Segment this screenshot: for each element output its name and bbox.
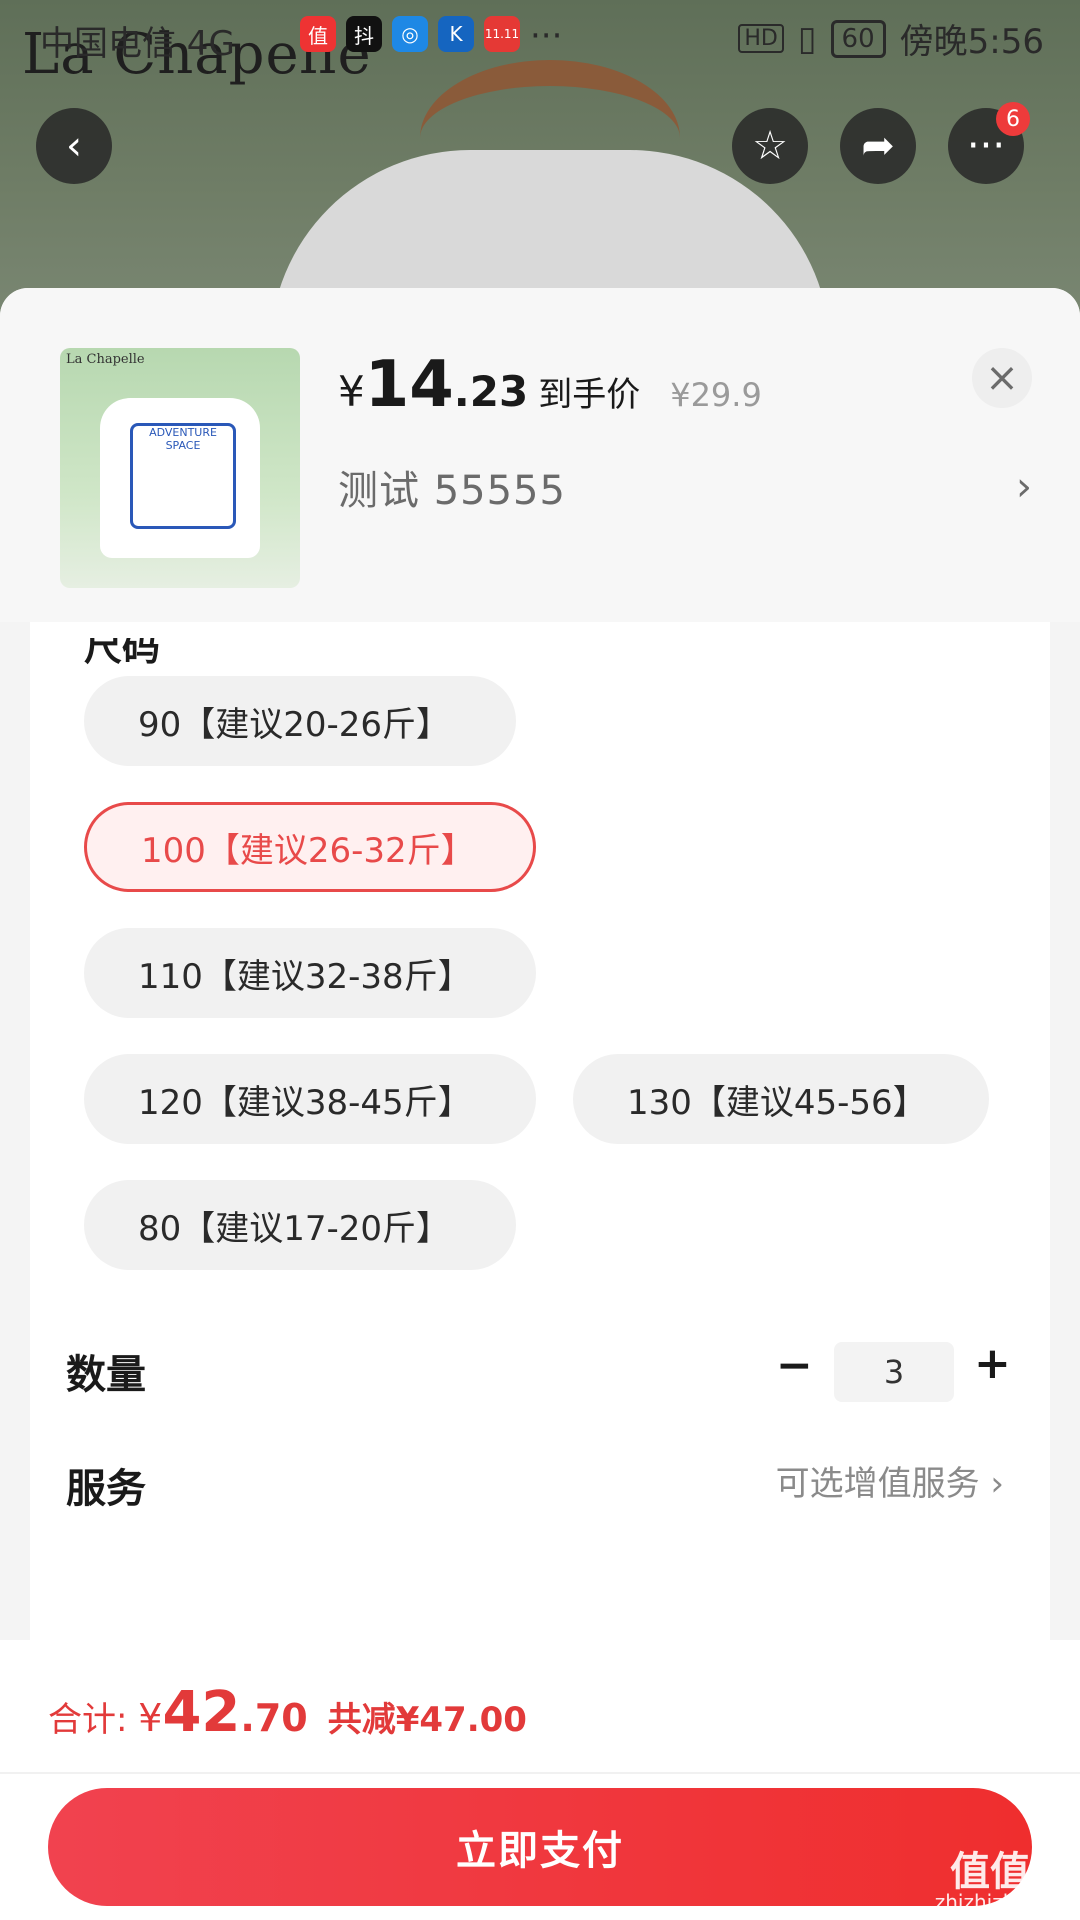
- watermark-url: zhizhizhi.com: [934, 1890, 1070, 1914]
- chevron-left-icon: ‹: [66, 123, 82, 169]
- price-row: ¥14.23 到手价 ¥29.9: [338, 348, 762, 422]
- size-option-120[interactable]: 120【建议38-45斤】: [84, 1054, 536, 1144]
- size-option-110[interactable]: 110【建议32-38斤】: [84, 928, 536, 1018]
- size-option-80[interactable]: 80【建议17-20斤】: [84, 1180, 516, 1270]
- back-button[interactable]: ‹: [36, 108, 112, 184]
- total-decimal: .70: [240, 1696, 308, 1740]
- hd-icon: HD: [738, 24, 784, 53]
- quantity-input[interactable]: 3: [834, 1342, 954, 1402]
- more-notifications-icon: ···: [530, 16, 563, 56]
- pay-now-label: 立即支付: [456, 1828, 624, 1874]
- close-button[interactable]: ×: [972, 348, 1032, 408]
- product-thumbnail[interactable]: La Chapelle ADVENTURE SPACE: [60, 348, 300, 588]
- size-section-title: 尺码: [84, 625, 161, 669]
- total-label: 合计:: [48, 1700, 139, 1740]
- price-decimal: .23: [453, 367, 529, 416]
- total-integer: 42: [162, 1680, 241, 1745]
- status-bar: 中国电信 4G 值 抖 ◎ K 11.11 ··· HD ▯ 60 傍晚5:56: [0, 0, 1080, 72]
- thumbnail-print: ADVENTURE SPACE: [130, 423, 236, 529]
- size-option-90[interactable]: 90【建议20-26斤】: [84, 676, 516, 766]
- notification-app-icons: 值 抖 ◎ K 11.11 ···: [300, 16, 562, 56]
- zhide-app-icon: 值: [300, 16, 336, 52]
- share-icon: ➦: [861, 123, 895, 169]
- notification-badge: 6: [996, 102, 1030, 136]
- pay-now-button[interactable]: 立即支付: [48, 1788, 1032, 1906]
- status-right: HD ▯ 60 傍晚5:56: [738, 14, 1044, 63]
- total-row: 合计: ¥42.70 共减¥47.00: [48, 1680, 527, 1745]
- selected-spec-text: 测试 55555: [338, 468, 566, 514]
- thumbnail-brand: La Chapelle: [66, 352, 145, 367]
- service-label: 服务: [66, 1466, 146, 1512]
- discount-text: 共减¥47.00: [327, 1700, 527, 1740]
- browser-app-icon: ◎: [392, 16, 428, 52]
- service-options-link[interactable]: 可选增值服务 ›: [776, 1456, 1004, 1505]
- quantity-label: 数量: [66, 1352, 146, 1398]
- douyin-app-icon: 抖: [346, 16, 382, 52]
- original-price: ¥29.9: [670, 376, 762, 414]
- price-tag: 到手价: [538, 375, 641, 415]
- divider: [0, 1772, 1080, 1774]
- chevron-right-icon[interactable]: ›: [1016, 464, 1032, 510]
- battery-icon: 60: [830, 19, 886, 58]
- vibrate-icon: ▯: [797, 18, 817, 59]
- quantity-increase-button[interactable]: +: [974, 1338, 1011, 1389]
- close-icon: ×: [985, 355, 1019, 401]
- checkout-bar: 合计: ¥42.70 共减¥47.00 立即支付 值值值 zhizhizhi.co…: [0, 1640, 1080, 1920]
- sheet-header: La Chapelle ADVENTURE SPACE ¥14.23 到手价 ¥29…: [0, 288, 1080, 622]
- size-option-100[interactable]: 100【建议26-32斤】: [84, 802, 536, 892]
- clock-text: 傍晚5:56: [899, 22, 1044, 62]
- tmall-app-icon: 11.11: [484, 16, 520, 52]
- price-integer: 14: [364, 348, 454, 422]
- k-app-icon: K: [438, 16, 474, 52]
- price-symbol: ¥: [338, 367, 365, 416]
- size-option-130[interactable]: 130【建议45-56】: [573, 1054, 989, 1144]
- watermark-text: 值值值: [950, 1849, 1070, 1895]
- more-button[interactable]: ··· 6: [948, 102, 1030, 184]
- total-symbol: ¥: [138, 1696, 163, 1740]
- watermark: 值值值 zhizhizhi.com: [935, 1852, 1070, 1912]
- carrier-text: 中国电信 4G: [40, 24, 235, 64]
- quantity-decrease-button[interactable]: −: [776, 1340, 813, 1391]
- favorite-button[interactable]: ☆: [732, 108, 808, 184]
- star-icon: ☆: [752, 123, 788, 169]
- share-button[interactable]: ➦: [840, 108, 916, 184]
